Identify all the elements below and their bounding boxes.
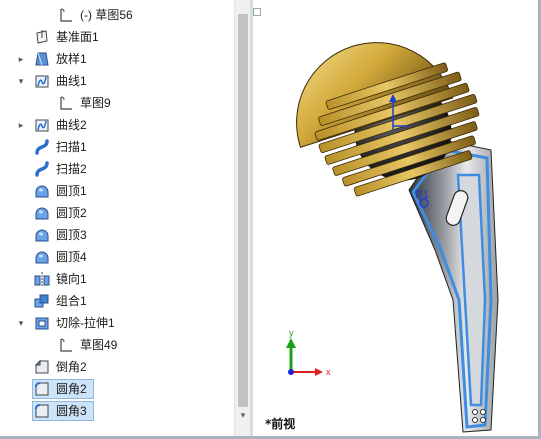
tree-item-label: 圆角2 — [56, 382, 87, 396]
graphics-viewport[interactable]: R1 y x *前视 — [253, 0, 541, 439]
fillet-icon — [34, 381, 50, 397]
sketch-icon — [58, 337, 74, 353]
dome-icon — [34, 183, 50, 199]
tree-item-label: 镜向1 — [56, 272, 87, 286]
tree-item-label: 圆角3 — [56, 404, 87, 418]
tree-scrollbar[interactable]: ▾ — [234, 0, 251, 439]
tree-item[interactable]: ▸ 曲线2 — [0, 114, 234, 136]
tree-item-label: 草图9 — [80, 96, 111, 110]
tree-item-label: 扫描2 — [56, 162, 87, 176]
tree-item[interactable]: ▾ 切除-拉伸1 — [0, 312, 234, 334]
tree-item-label: (-) 草图56 — [80, 8, 133, 22]
combine-icon — [34, 293, 50, 309]
sketch-icon — [58, 7, 74, 23]
tree-item-label: 组合1 — [56, 294, 87, 308]
tree-item[interactable]: 圆顶4 — [0, 246, 234, 268]
mirror-icon — [34, 271, 50, 287]
tree-item[interactable]: 圆顶3 — [0, 224, 234, 246]
model-canvas[interactable]: R1 y x — [253, 0, 541, 439]
tree-item-label: 放样1 — [56, 52, 87, 66]
tree-item[interactable]: 基准面1 — [0, 26, 234, 48]
tree-item[interactable]: ▸ 放样1 — [0, 48, 234, 70]
tree-item-label: 切除-拉伸1 — [56, 316, 115, 330]
plane-icon — [34, 29, 50, 45]
collapse-arrow-icon[interactable]: ▾ — [16, 318, 26, 328]
loft-icon — [34, 51, 50, 67]
curve-icon — [34, 73, 50, 89]
tree-item-label: 圆顶2 — [56, 206, 87, 220]
expand-arrow-icon[interactable]: ▸ — [16, 54, 26, 64]
triad-y-label: y — [289, 328, 294, 338]
tree-item[interactable]: 圆顶1 — [0, 180, 234, 202]
tree-item[interactable]: 草图9 — [0, 92, 234, 114]
tree-item[interactable]: 倒角2 — [0, 356, 234, 378]
tree-item[interactable]: (-) 草图56 — [0, 4, 234, 26]
dome-icon — [34, 249, 50, 265]
tree-item[interactable]: 圆角2 — [0, 378, 234, 400]
curve-icon — [34, 117, 50, 133]
expand-arrow-icon[interactable]: ▸ — [16, 120, 26, 130]
chamfer-icon — [34, 359, 50, 375]
tree-item-label: 曲线2 — [56, 118, 87, 132]
tree-item[interactable]: 圆顶2 — [0, 202, 234, 224]
tree-item-label: 圆顶4 — [56, 250, 87, 264]
tree-item-label: 圆顶1 — [56, 184, 87, 198]
scroll-down-arrow-icon[interactable]: ▾ — [238, 410, 248, 420]
tree-item-label: 扫描1 — [56, 140, 87, 154]
tree-item-label: 圆顶3 — [56, 228, 87, 242]
scrollbar-thumb[interactable] — [238, 14, 248, 407]
tree-item-label: 基准面1 — [56, 30, 99, 44]
tree-item[interactable]: 扫描1 — [0, 136, 234, 158]
dome-icon — [34, 227, 50, 243]
dome-icon — [34, 205, 50, 221]
tree-item-label: 草图49 — [80, 338, 118, 352]
tree-item[interactable]: 扫描2 — [0, 158, 234, 180]
extrude-cut-icon — [34, 315, 50, 331]
tree-item[interactable]: ▾ 曲线1 — [0, 70, 234, 92]
tree-item[interactable]: 草图49 — [0, 334, 234, 356]
r1-label: R1 — [415, 189, 429, 201]
femoral-stem[interactable] — [408, 139, 499, 433]
sketch-icon — [58, 95, 74, 111]
collapse-arrow-icon[interactable]: ▾ — [16, 76, 26, 86]
tree-item[interactable]: 镜向1 — [0, 268, 234, 290]
feature-manager-tree: (-) 草图56 基准面1 ▸ 放样1 ▾ 曲线1 草图9 ▸ 曲线2 扫描1 扫描2 圆顶1 圆顶2 圆… — [0, 0, 234, 439]
tree-item-label: 倒角2 — [56, 360, 87, 374]
sweep-icon — [34, 161, 50, 177]
solidworks-window: (-) 草图56 基准面1 ▸ 放样1 ▾ 曲线1 草图9 ▸ 曲线2 扫描1 扫描2 圆顶1 圆顶2 圆… — [0, 0, 541, 439]
fillet-icon — [34, 403, 50, 419]
sweep-icon — [34, 139, 50, 155]
tree-item[interactable]: 圆角3 — [0, 400, 234, 422]
triad-x-label: x — [326, 367, 331, 377]
reference-triad: y x — [286, 328, 331, 377]
tree-item-label: 曲线1 — [56, 74, 87, 88]
tree-item[interactable]: 组合1 — [0, 290, 234, 312]
view-orientation-label: *前视 — [265, 417, 296, 431]
